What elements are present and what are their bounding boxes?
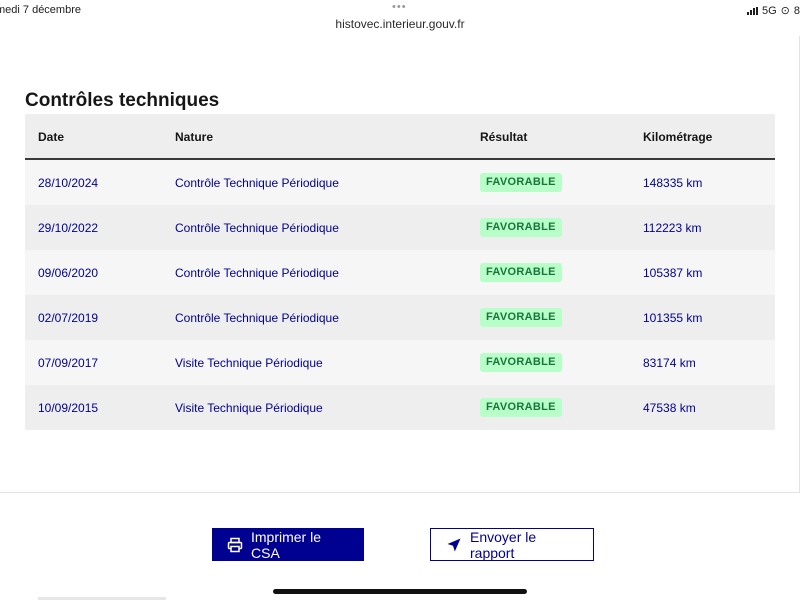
- cell-nature: Contrôle Technique Périodique: [175, 311, 339, 325]
- cell-nature: Contrôle Technique Périodique: [175, 176, 339, 190]
- print-csa-button[interactable]: Imprimer le CSA: [212, 528, 364, 561]
- send-arrow-icon: [447, 538, 461, 551]
- table-row: 10/09/2015 Visite Technique Périodique FAV…: [25, 385, 775, 430]
- signal-icon: [746, 6, 758, 15]
- cell-mileage: 83174 km: [643, 356, 696, 370]
- table-row: 02/07/2019 Contrôle Technique Périodique F…: [25, 295, 775, 340]
- cell-date: 28/10/2024: [38, 176, 99, 190]
- result-badge: FAVORABLE: [480, 173, 562, 192]
- table-row: 09/06/2020 Contrôle Technique Périodique F…: [25, 250, 775, 295]
- cell-mileage: 112223 km: [643, 221, 702, 235]
- status-bar: medi 7 décembre ••• histovec.interieur.g…: [0, 0, 800, 36]
- cell-date: 09/06/2020: [38, 266, 99, 280]
- printer-icon: [227, 537, 243, 552]
- cell-mileage: 148335 km: [643, 176, 703, 190]
- send-report-label: Envoyer le rapport: [470, 528, 537, 561]
- cell-nature: Visite Technique Périodique: [175, 356, 323, 370]
- table-row: 29/10/2022 Contrôle Technique Périodique F…: [25, 205, 775, 250]
- result-badge: FAVORABLE: [480, 218, 562, 237]
- print-csa-label: Imprimer le CSA: [251, 528, 322, 561]
- result-badge: FAVORABLE: [480, 263, 562, 282]
- status-date: medi 7 décembre: [0, 4, 81, 16]
- cell-nature: Contrôle Technique Périodique: [175, 266, 339, 280]
- table-header: Date Nature Résultat Kilométrage: [25, 114, 775, 160]
- table-body: 28/10/2024 Contrôle Technique Périodique F…: [25, 160, 775, 430]
- cell-nature: Visite Technique Périodique: [175, 401, 323, 415]
- inspections-table: Date Nature Résultat Kilométrage 28/10/2…: [25, 114, 775, 430]
- cell-date: 02/07/2019: [38, 311, 99, 325]
- more-dots-icon[interactable]: •••: [392, 2, 407, 13]
- battery-partial: 8: [793, 4, 800, 17]
- cell-mileage: 101355 km: [643, 311, 703, 325]
- home-indicator[interactable]: [273, 589, 527, 594]
- table-row: 28/10/2024 Contrôle Technique Périodique F…: [25, 160, 775, 205]
- table-row: 07/09/2017 Visite Technique Périodique FAV…: [25, 340, 775, 385]
- result-badge: FAVORABLE: [480, 308, 562, 327]
- result-badge: FAVORABLE: [480, 398, 562, 417]
- cell-nature: Contrôle Technique Périodique: [175, 221, 339, 235]
- result-badge: FAVORABLE: [480, 353, 562, 372]
- status-indicators: 5G ⊙ 8: [746, 4, 800, 17]
- header-date: Date: [38, 130, 65, 144]
- section-title: Contrôles techniques: [25, 90, 220, 111]
- header-nature: Nature: [175, 130, 214, 144]
- network-label: 5G: [761, 4, 777, 17]
- header-result: Résultat: [480, 130, 528, 144]
- cell-mileage: 47538 km: [643, 401, 696, 415]
- send-report-button[interactable]: Envoyer le rapport: [430, 528, 594, 561]
- cell-date: 29/10/2022: [38, 221, 99, 235]
- location-icon: ⊙: [780, 5, 790, 17]
- header-mileage: Kilométrage: [643, 130, 713, 144]
- cell-date: 07/09/2017: [38, 356, 99, 370]
- cell-mileage: 105387 km: [643, 266, 703, 280]
- address-bar-url[interactable]: histovec.interieur.gouv.fr: [0, 17, 800, 31]
- cell-date: 10/09/2015: [38, 401, 99, 415]
